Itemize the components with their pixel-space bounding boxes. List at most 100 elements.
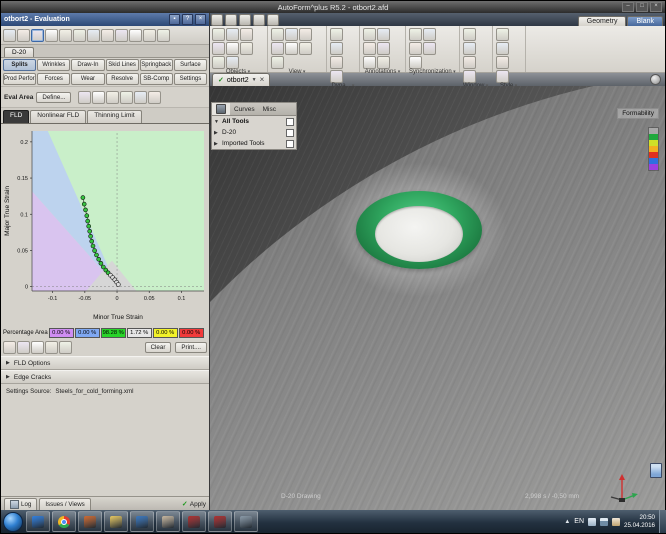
ribbon-icon[interactable] xyxy=(363,28,376,41)
ribbon-icon[interactable] xyxy=(299,28,312,41)
ribbon-icon[interactable] xyxy=(212,28,225,41)
taskbar-app-explorer-folder[interactable] xyxy=(104,511,128,532)
resolve-button[interactable]: Resolve xyxy=(106,73,139,85)
document-tab-otbort2[interactable]: ✓ otbort2 ▼ × xyxy=(212,73,270,86)
eval-area-icon[interactable] xyxy=(134,91,147,104)
volume-icon[interactable] xyxy=(588,518,596,526)
ribbon-icon[interactable] xyxy=(463,42,476,55)
evaluation-toolbar-icon[interactable] xyxy=(45,29,58,42)
settings-source-value[interactable]: Steels_for_cold_forming.xml xyxy=(55,388,133,395)
tree-item-d-20[interactable]: ▶D-20 xyxy=(212,127,296,138)
apply-button[interactable]: ✓ Apply xyxy=(182,500,206,508)
chevron-down-icon[interactable]: ▾ xyxy=(302,69,306,75)
prod-perform-button[interactable]: Prod Perform xyxy=(3,73,36,85)
fld-point[interactable] xyxy=(82,202,86,206)
ribbon-icon[interactable] xyxy=(423,42,436,55)
ribbon-icon[interactable] xyxy=(330,28,343,41)
taskbar-app-chrome[interactable] xyxy=(52,511,76,532)
ribbon-icon[interactable] xyxy=(240,42,253,55)
show-hidden-icons-button[interactable]: ▲ xyxy=(564,519,570,525)
fld-point[interactable] xyxy=(91,244,95,248)
evaluation-toolbar-icon[interactable] xyxy=(143,29,156,42)
eval-area-icon[interactable] xyxy=(148,91,161,104)
evaluation-toolbar-icon[interactable] xyxy=(87,29,100,42)
show-desktop-button[interactable] xyxy=(659,510,666,533)
document-icon[interactable] xyxy=(650,463,662,478)
ribbon-icon[interactable] xyxy=(240,28,253,41)
chevron-down-icon[interactable]: ▼ xyxy=(252,77,257,83)
ribbon-icon[interactable] xyxy=(409,56,422,69)
ribbon-icon[interactable] xyxy=(463,56,476,69)
tree-expander-icon[interactable]: ▶ xyxy=(214,130,220,136)
quick-access-icon[interactable] xyxy=(267,14,279,26)
wear-button[interactable]: Wear xyxy=(71,73,104,85)
forces-button[interactable]: Forces xyxy=(37,73,70,85)
ribbon-icon[interactable] xyxy=(377,28,390,41)
eval-area-icon[interactable] xyxy=(92,91,105,104)
view-tab-geometry[interactable]: Geometry xyxy=(578,16,627,26)
ribbon-icon[interactable] xyxy=(330,42,343,55)
tool-panel-tab-tools[interactable] xyxy=(212,103,230,115)
language-indicator[interactable]: EN xyxy=(574,518,584,525)
fld-point[interactable] xyxy=(85,214,89,218)
evaluation-toolbar-icon[interactable] xyxy=(129,29,142,42)
evaluation-toolbar-icon[interactable] xyxy=(59,29,72,42)
ribbon-icon[interactable] xyxy=(299,42,312,55)
taskbar-app-autoform-2[interactable] xyxy=(208,511,232,532)
ribbon-icon[interactable] xyxy=(271,28,284,41)
ribbon-icon[interactable] xyxy=(409,42,422,55)
minimize-button[interactable]: – xyxy=(622,2,634,12)
ribbon-icon[interactable] xyxy=(330,56,343,69)
start-button[interactable] xyxy=(3,512,23,532)
fld-point[interactable] xyxy=(89,234,93,238)
fld-chart[interactable]: -0.1-0.0500.050.100.050.10.150.2Minor Tr… xyxy=(2,126,208,322)
chart-tool-icon[interactable] xyxy=(31,341,44,354)
taskbar-app-paint-app[interactable] xyxy=(156,511,180,532)
close-button[interactable]: × xyxy=(650,2,662,12)
ribbon-icon[interactable] xyxy=(226,28,239,41)
ribbon-icon[interactable] xyxy=(363,42,376,55)
view-tab-blank[interactable]: Blank xyxy=(627,16,663,26)
ribbon-icon[interactable] xyxy=(496,56,509,69)
ribbon-icon[interactable] xyxy=(285,42,298,55)
tree-checkbox[interactable] xyxy=(286,129,294,137)
section-fld-options[interactable]: ▶FLD Options xyxy=(1,356,209,370)
main-titlebar[interactable]: AutoForm^plus R5.2 - otbort2.afd – □ × xyxy=(1,1,665,13)
ribbon-icon[interactable] xyxy=(363,56,376,69)
tree-checkbox[interactable] xyxy=(286,140,294,148)
define-button[interactable]: Define... xyxy=(36,92,71,103)
chevron-down-icon[interactable]: ▾ xyxy=(452,69,456,75)
quick-access-icon[interactable] xyxy=(211,14,223,26)
fld-point[interactable] xyxy=(99,261,103,265)
tree-item-imported-tools[interactable]: ▶Imported Tools xyxy=(212,138,296,149)
quick-access-icon[interactable] xyxy=(239,14,251,26)
ribbon-icon[interactable] xyxy=(423,28,436,41)
fld-point[interactable] xyxy=(116,283,120,287)
fld-tab-nonlinear-fld[interactable]: Nonlinear FLD xyxy=(30,110,86,123)
evaluation-toolbar-icon[interactable] xyxy=(101,29,114,42)
evaluation-titlebar[interactable]: otbort2 - Evaluation ▪ ? × xyxy=(1,13,209,26)
tree-expander-icon[interactable]: ▼ xyxy=(214,119,220,125)
ribbon-icon[interactable] xyxy=(377,42,390,55)
chart-tool-icon[interactable] xyxy=(17,341,30,354)
ribbon-icon[interactable] xyxy=(285,28,298,41)
fld-point[interactable] xyxy=(88,229,92,233)
fld-point[interactable] xyxy=(95,253,99,257)
eval-area-icon[interactable] xyxy=(106,91,119,104)
ribbon-icon[interactable] xyxy=(463,70,476,83)
surface-button[interactable]: Surface xyxy=(174,59,207,71)
help-icon[interactable]: ? xyxy=(182,14,193,25)
ribbon-icon[interactable] xyxy=(271,42,284,55)
ribbon-icon[interactable] xyxy=(409,28,422,41)
close-tab-icon[interactable]: × xyxy=(260,76,265,84)
fld-tab-thinning-limit[interactable]: Thinning Limit xyxy=(87,110,141,123)
evaluation-toolbar-icon[interactable] xyxy=(17,29,30,42)
ribbon-icon[interactable] xyxy=(226,42,239,55)
tree-checkbox[interactable] xyxy=(286,118,294,126)
fld-point[interactable] xyxy=(86,219,90,223)
skid-lines-button[interactable]: Skid Lines xyxy=(106,59,139,71)
taskbar-app-media-app[interactable] xyxy=(130,511,154,532)
fld-point[interactable] xyxy=(97,257,101,261)
section-edge-cracks[interactable]: ▶Edge Cracks xyxy=(1,370,209,384)
evaluation-toolbar-icon[interactable] xyxy=(115,29,128,42)
